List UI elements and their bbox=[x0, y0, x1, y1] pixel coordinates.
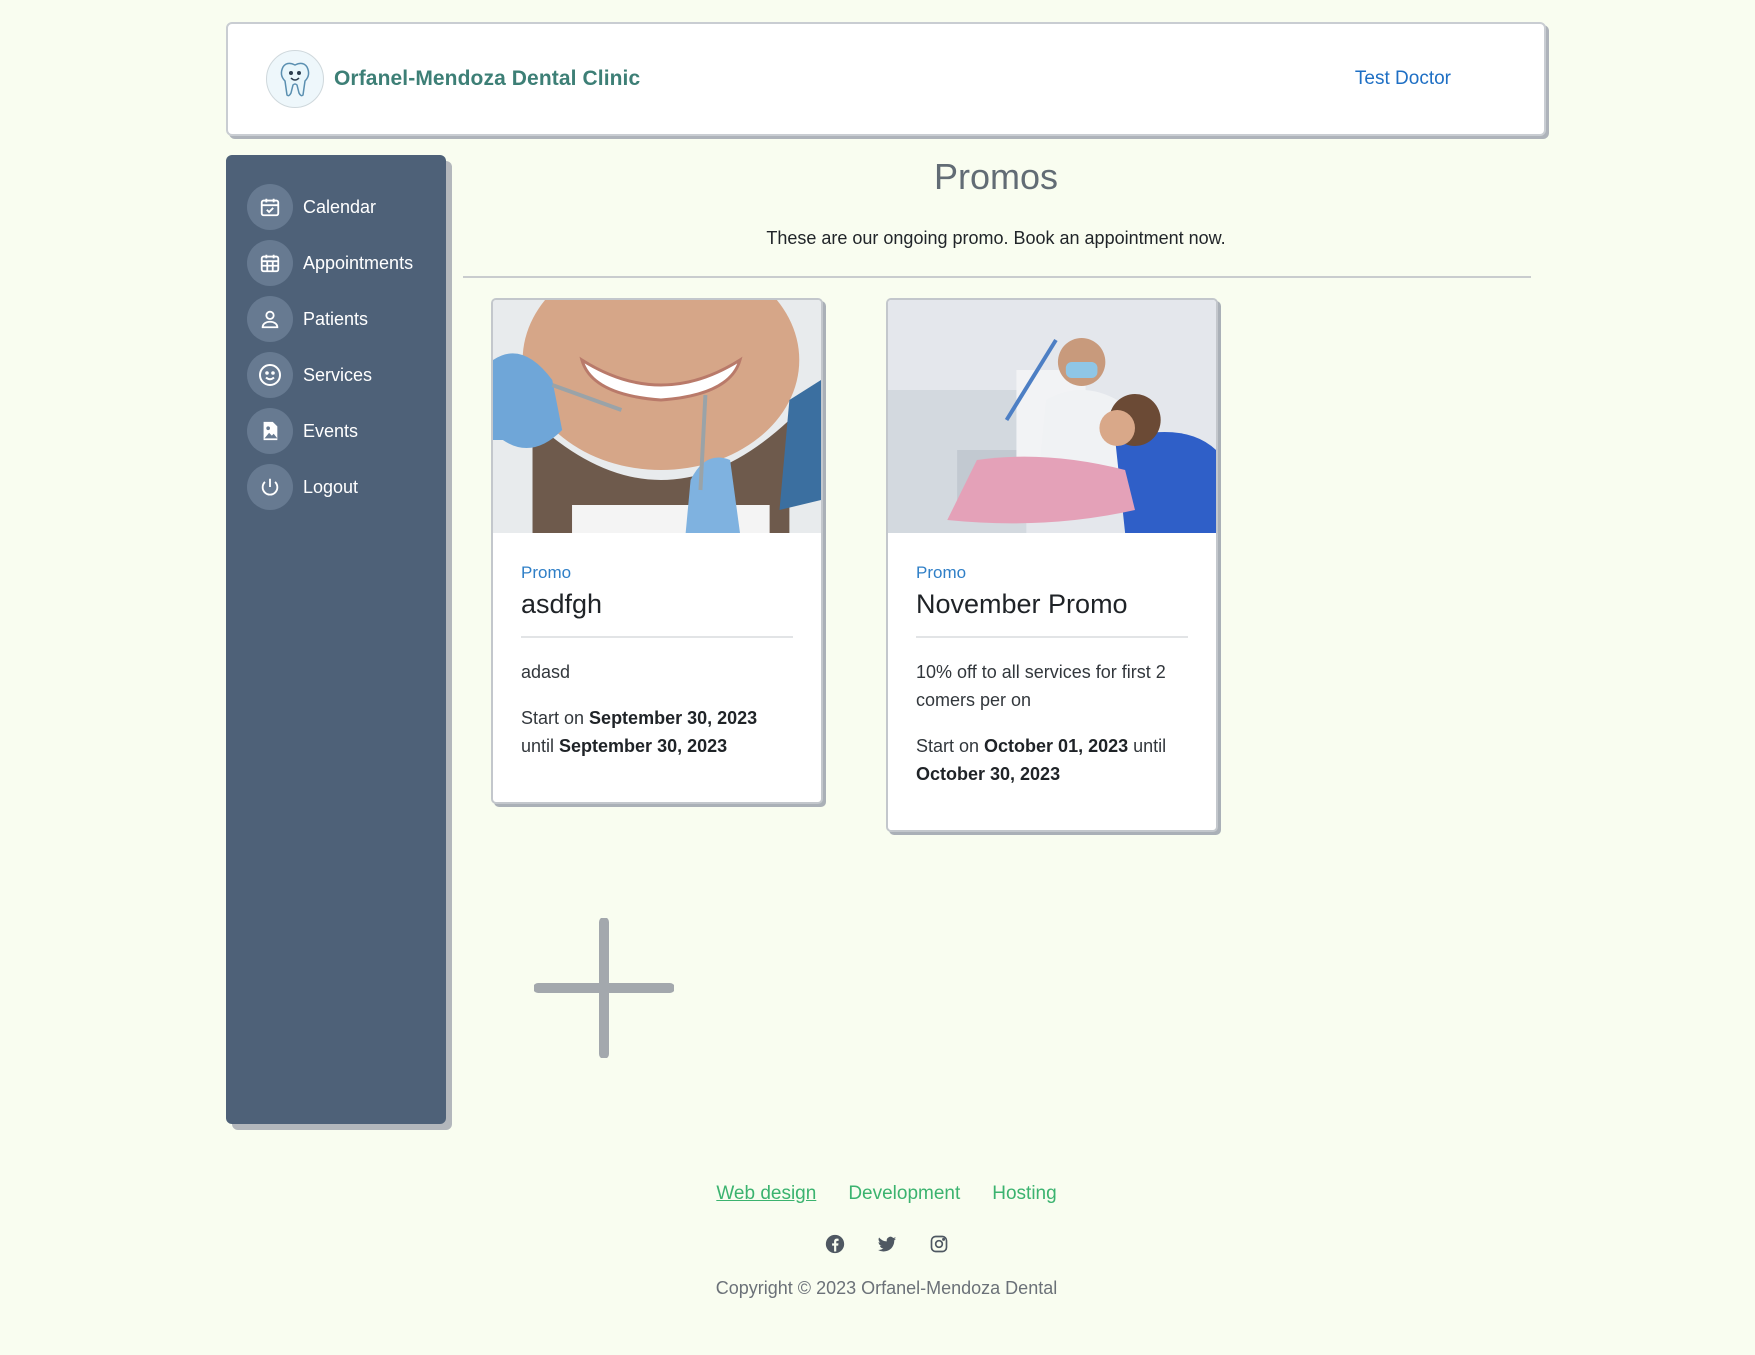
divider bbox=[463, 276, 1531, 278]
sidebar-item-label: Calendar bbox=[303, 196, 377, 217]
start-date: October 01, 2023 bbox=[984, 736, 1129, 756]
sidebar-item-patients[interactable]: Patients bbox=[226, 291, 446, 347]
plus-icon bbox=[533, 917, 675, 1059]
footer-links: Web design Development Hosting bbox=[0, 1183, 1755, 1205]
start-date: September 30, 2023 bbox=[589, 708, 758, 728]
facebook-icon[interactable] bbox=[824, 1233, 846, 1255]
image-file-icon bbox=[247, 408, 293, 454]
calendar-grid-icon bbox=[247, 240, 293, 286]
promo-dates: Start on September 30, 2023 until Septem… bbox=[521, 704, 793, 760]
start-prefix: Start on bbox=[521, 708, 590, 728]
promo-image bbox=[888, 300, 1216, 533]
sidebar-item-label: Services bbox=[303, 364, 373, 385]
person-icon bbox=[247, 296, 293, 342]
promo-card[interactable]: Promo November Promo 10% off to all serv… bbox=[886, 298, 1218, 832]
sidebar-item-label: Logout bbox=[303, 476, 359, 497]
copyright-text: Copyright © 2023 Orfanel-Mendoza Dental bbox=[715, 1278, 1058, 1298]
until-text: until bbox=[1128, 736, 1167, 756]
end-date: October 30, 2023 bbox=[916, 764, 1061, 784]
clinic-logo[interactable] bbox=[266, 50, 324, 108]
top-header: Orfanel-Mendoza Dental Clinic Test Docto… bbox=[226, 22, 1546, 136]
promo-title: November Promo bbox=[916, 589, 1188, 638]
footer-link-web-design[interactable]: Web design bbox=[716, 1183, 816, 1205]
footer-link-development[interactable]: Development bbox=[848, 1183, 960, 1205]
instagram-icon[interactable] bbox=[928, 1233, 950, 1255]
promo-kicker: Promo bbox=[521, 563, 572, 582]
promo-kicker: Promo bbox=[916, 563, 967, 582]
sidebar-item-logout[interactable]: Logout bbox=[226, 459, 446, 515]
power-icon bbox=[247, 464, 293, 510]
social-links bbox=[0, 1233, 1755, 1255]
promo-description: 10% off to all services for first 2 come… bbox=[916, 662, 1166, 710]
promo-title: asdfgh bbox=[521, 589, 793, 638]
add-promo-button[interactable] bbox=[533, 917, 675, 1059]
sidebar-item-appointments[interactable]: Appointments bbox=[226, 235, 446, 291]
page-subtitle: These are our ongoing promo. Book an app… bbox=[766, 228, 1226, 248]
sidebar: Calendar Appointments Patients Services … bbox=[226, 155, 446, 1124]
calendar-check-icon bbox=[247, 184, 293, 230]
start-prefix: Start on bbox=[916, 736, 985, 756]
promo-description: adasd bbox=[521, 662, 571, 682]
user-menu-link[interactable]: Test Doctor bbox=[1355, 68, 1451, 90]
clinic-name[interactable]: Orfanel-Mendoza Dental Clinic bbox=[334, 67, 640, 91]
twitter-icon[interactable] bbox=[876, 1233, 898, 1255]
end-date: September 30, 2023 bbox=[559, 736, 728, 756]
footer-link-hosting[interactable]: Hosting bbox=[992, 1183, 1056, 1205]
sidebar-item-events[interactable]: Events bbox=[226, 403, 446, 459]
page-title: Promos bbox=[933, 156, 1059, 197]
promo-image bbox=[493, 300, 821, 533]
sidebar-item-label: Appointments bbox=[303, 252, 414, 273]
smile-icon bbox=[247, 352, 293, 398]
sidebar-item-services[interactable]: Services bbox=[226, 347, 446, 403]
sidebar-item-label: Patients bbox=[303, 308, 369, 329]
promo-card[interactable]: Promo asdfgh adasd Start on September 30… bbox=[491, 298, 823, 804]
sidebar-item-calendar[interactable]: Calendar bbox=[226, 179, 446, 235]
sidebar-item-label: Events bbox=[303, 420, 359, 441]
until-text: until bbox=[521, 736, 560, 756]
promo-dates: Start on October 01, 2023 until October … bbox=[916, 732, 1188, 788]
